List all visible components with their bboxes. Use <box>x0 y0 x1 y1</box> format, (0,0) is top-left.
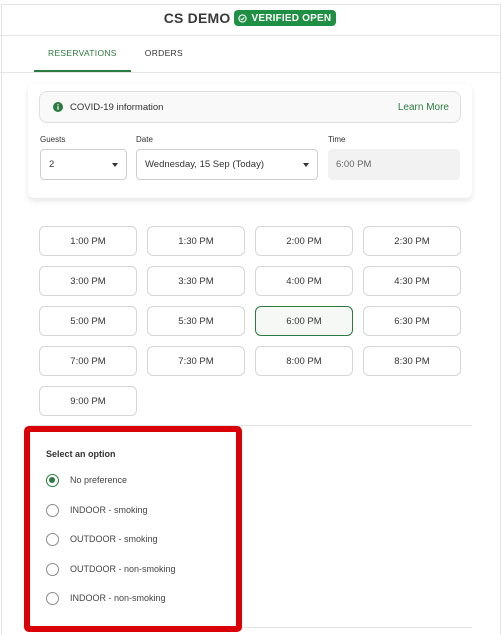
seating-option-outdoor-non-smoking[interactable]: OUTDOOR - non-smoking <box>46 561 176 577</box>
time-label: Time <box>328 135 346 144</box>
info-icon <box>53 102 63 112</box>
verified-badge: VERIFIED OPEN <box>234 10 337 26</box>
covid-info-banner: COVID-19 information Learn More <box>39 91 461 123</box>
radio-button[interactable] <box>46 562 59 576</box>
radio-button[interactable] <box>46 473 59 487</box>
header: CS DEMO VERIFIED OPEN <box>0 5 500 31</box>
time-value: 6:00 PM <box>336 159 372 170</box>
seating-option-label: OUTDOOR - smoking <box>70 534 158 544</box>
time-slot-grid: 1:00 PM 1:30 PM 2:00 PM 2:30 PM 3:00 PM … <box>39 226 463 416</box>
date-value: Wednesday, 15 Sep (Today) <box>145 159 264 170</box>
time-slot-button[interactable]: 4:30 PM <box>363 266 461 296</box>
time-slot-button[interactable]: 4:00 PM <box>255 266 353 296</box>
time-slot-button[interactable]: 8:30 PM <box>363 346 461 376</box>
radio-button[interactable] <box>46 532 59 546</box>
guests-label: Guests <box>40 135 66 144</box>
seating-option-label: INDOOR - smoking <box>70 505 148 515</box>
learn-more-link[interactable]: Learn More <box>398 102 449 113</box>
guests-value: 2 <box>49 159 55 170</box>
radio-button[interactable] <box>46 591 59 605</box>
date-label: Date <box>136 135 153 144</box>
time-slot-button[interactable]: 8:00 PM <box>255 346 353 376</box>
seating-option-indoor-non-smoking[interactable]: INDOOR - non-smoking <box>46 590 166 606</box>
seating-option-label: No preference <box>70 475 128 485</box>
time-slot-button[interactable]: 5:30 PM <box>147 306 245 336</box>
seating-option-label: INDOOR - non-smoking <box>70 593 166 603</box>
booking-card: COVID-19 information Learn More Guests 2… <box>28 84 472 198</box>
seating-options-highlight: Select an option No preference INDOOR - … <box>24 426 242 632</box>
seating-option-indoor-smoking[interactable]: INDOOR - smoking <box>46 502 148 518</box>
time-slot-button-selected[interactable]: 6:00 PM <box>255 306 353 336</box>
check-circle-icon <box>238 13 248 23</box>
time-slot-button[interactable]: 3:00 PM <box>39 266 137 296</box>
chevron-down-icon <box>303 162 309 167</box>
time-slot-button[interactable]: 2:30 PM <box>363 226 461 256</box>
time-slot-button[interactable]: 7:30 PM <box>147 346 245 376</box>
guests-select[interactable]: 2 <box>40 149 127 180</box>
chevron-down-icon <box>112 162 118 167</box>
seating-options-title: Select an option <box>46 449 116 459</box>
tab-bar: RESERVATIONS ORDERS <box>34 36 197 72</box>
time-slot-button[interactable]: 9:00 PM <box>39 386 137 416</box>
verified-badge-label: VERIFIED OPEN <box>251 12 332 24</box>
tab-reservations[interactable]: RESERVATIONS <box>34 36 131 72</box>
tab-orders[interactable]: ORDERS <box>131 36 197 72</box>
time-slot-button[interactable]: 1:30 PM <box>147 226 245 256</box>
seating-option-no-preference[interactable]: No preference <box>46 472 127 488</box>
time-slot-button[interactable]: 3:30 PM <box>147 266 245 296</box>
time-field[interactable]: 6:00 PM <box>328 149 460 180</box>
time-slot-button[interactable]: 7:00 PM <box>39 346 137 376</box>
time-slot-button[interactable]: 5:00 PM <box>39 306 137 336</box>
seating-option-label: OUTDOOR - non-smoking <box>70 564 176 574</box>
covid-info-text: COVID-19 information <box>70 101 164 113</box>
tabs-divider <box>0 72 500 73</box>
seating-option-outdoor-smoking[interactable]: OUTDOOR - smoking <box>46 531 158 547</box>
time-slot-button[interactable]: 2:00 PM <box>255 226 353 256</box>
time-slot-button[interactable]: 1:00 PM <box>39 226 137 256</box>
radio-button[interactable] <box>46 503 59 517</box>
time-slot-button[interactable]: 6:30 PM <box>363 306 461 336</box>
date-select[interactable]: Wednesday, 15 Sep (Today) <box>136 149 318 180</box>
restaurant-name: CS DEMO <box>163 10 231 26</box>
